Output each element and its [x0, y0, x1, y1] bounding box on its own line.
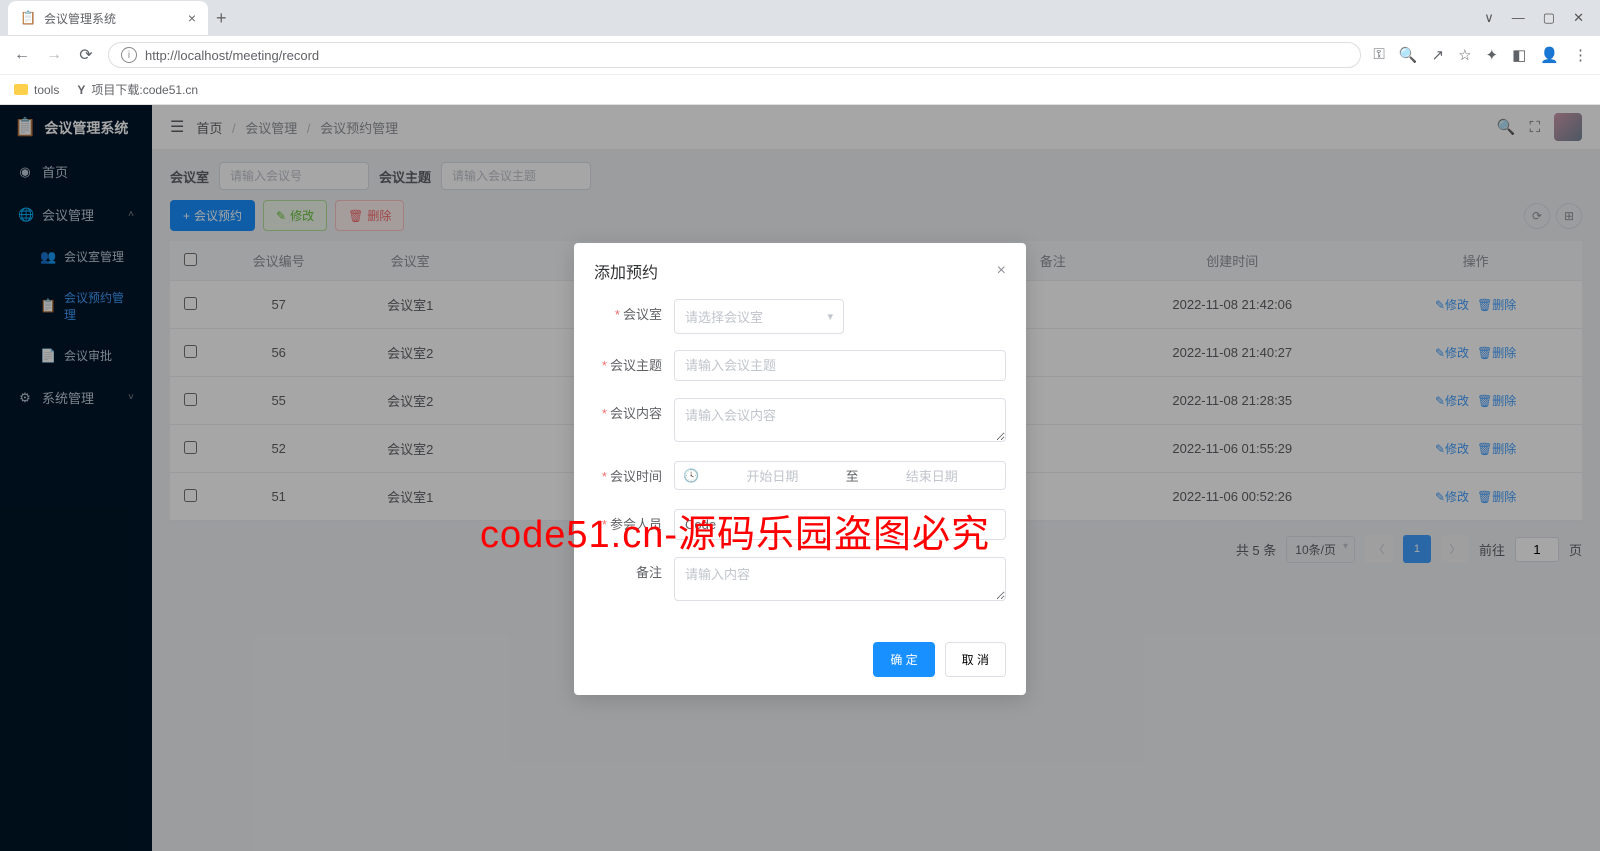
start-date: 开始日期 [707, 466, 837, 485]
site-info-icon[interactable]: i [121, 47, 137, 63]
content-textarea[interactable] [674, 398, 1006, 442]
confirm-button[interactable]: 确 定 [873, 642, 934, 677]
key-icon[interactable]: ⚿ [1373, 46, 1384, 64]
add-reservation-dialog: 添加预约 × *会议室 请选择会议室 ▾ *会议主题 *会议内容 [574, 243, 1026, 695]
dialog-header: 添加预约 × [574, 243, 1026, 287]
bookmark-favicon-icon: Y [77, 83, 85, 97]
bookmark-tools[interactable]: tools [14, 83, 59, 97]
tab-title: 会议管理系统 [44, 10, 180, 27]
cancel-button[interactable]: 取 消 [945, 642, 1006, 677]
clock-icon: 🕓 [683, 468, 699, 484]
zoom-icon[interactable]: 🔍 [1399, 46, 1418, 64]
window-minimize-icon[interactable]: — [1512, 10, 1525, 26]
panel-icon[interactable]: ◧ [1512, 46, 1526, 64]
chevron-down-icon: ▾ [827, 310, 833, 323]
dialog-footer: 确 定 取 消 [574, 632, 1026, 695]
window-close-icon[interactable]: ✕ [1573, 10, 1584, 26]
browser-tab[interactable]: 📋 会议管理系统 × [8, 1, 208, 35]
browser-chrome: 📋 会议管理系统 × + ∨ — ▢ ✕ ← → ⟳ i http://loca… [0, 0, 1600, 105]
nav-back-icon[interactable]: ← [12, 46, 32, 64]
folder-icon [14, 84, 28, 95]
end-date: 结束日期 [867, 466, 997, 485]
dialog-title: 添加预约 [594, 259, 658, 283]
tab-favicon-icon: 📋 [20, 10, 36, 26]
time-range-picker[interactable]: 🕓 开始日期 至 结束日期 [674, 461, 1006, 490]
new-tab-button[interactable]: + [216, 8, 227, 29]
remark-textarea[interactable] [674, 557, 1006, 601]
nav-reload-icon[interactable]: ⟳ [76, 45, 96, 65]
bookmark-code51[interactable]: Y 项目下载:code51.cn [77, 81, 198, 98]
nav-forward-icon[interactable]: → [44, 46, 64, 64]
window-dropdown-icon[interactable]: ∨ [1484, 10, 1494, 26]
address-bar: ← → ⟳ i http://localhost/meeting/record … [0, 36, 1600, 74]
window-controls: ∨ — ▢ ✕ [1484, 10, 1600, 26]
url-field[interactable]: i http://localhost/meeting/record [108, 42, 1361, 68]
extension-icon[interactable]: ✦ [1486, 46, 1499, 64]
tab-bar: 📋 会议管理系统 × + ∨ — ▢ ✕ [0, 0, 1600, 36]
window-maximize-icon[interactable]: ▢ [1543, 10, 1555, 26]
tab-close-icon[interactable]: × [188, 10, 196, 26]
dialog-close-icon[interactable]: × [997, 262, 1006, 280]
room-select[interactable]: 请选择会议室 ▾ [674, 299, 844, 334]
menu-icon[interactable]: ⋮ [1573, 46, 1588, 64]
topic-input[interactable] [674, 350, 1006, 381]
share-icon[interactable]: ↗ [1432, 46, 1445, 64]
bookmarks-bar: tools Y 项目下载:code51.cn [0, 74, 1600, 104]
app-root: 📋 会议管理系统 ◉ 首页 🌐 会议管理 ˄ 👥 会议室管理 📋 会议预约管理 … [0, 105, 1600, 851]
attendee-input[interactable] [674, 509, 1006, 540]
profile-icon[interactable]: 👤 [1540, 46, 1559, 64]
dialog-body: *会议室 请选择会议室 ▾ *会议主题 *会议内容 [574, 287, 1026, 632]
url-text: http://localhost/meeting/record [145, 48, 319, 63]
star-icon[interactable]: ☆ [1458, 46, 1471, 64]
